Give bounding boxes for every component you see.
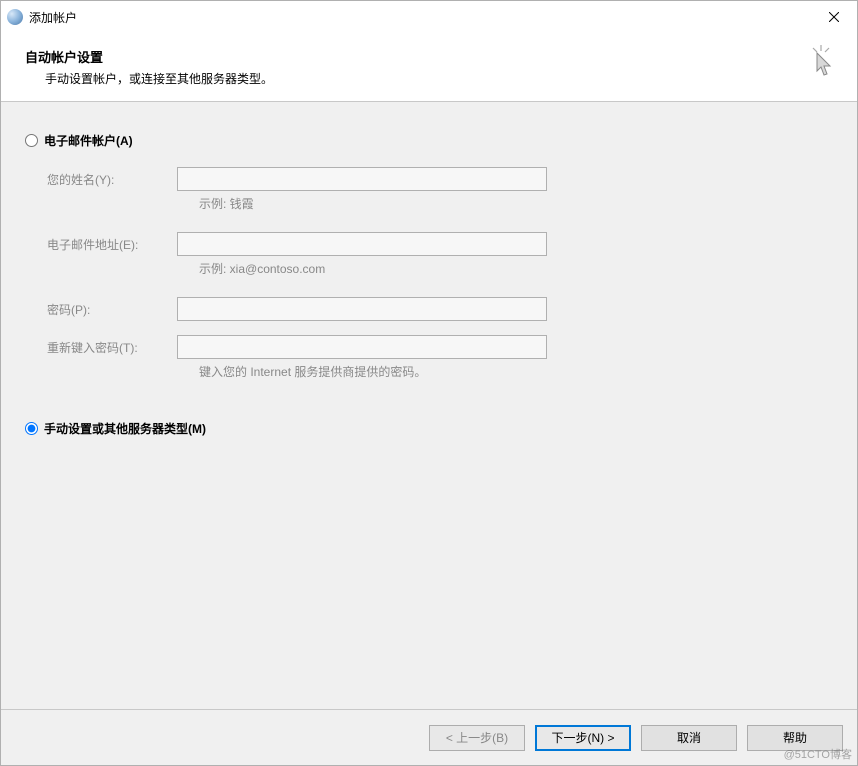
window-title: 添加帐户 (29, 9, 811, 26)
password-hint: 键入您的 Internet 服务提供商提供的密码。 (199, 363, 833, 380)
app-icon (7, 9, 23, 25)
name-input[interactable] (177, 167, 547, 191)
manual-option[interactable]: 手动设置或其他服务器类型(M) (25, 420, 833, 437)
manual-radio[interactable] (25, 422, 38, 435)
email-account-radio[interactable] (25, 134, 38, 147)
email-hint: 示例: xia@contoso.com (199, 260, 833, 277)
wizard-header: 自动帐户设置 手动设置帐户，或连接至其他服务器类型。 (1, 33, 857, 102)
close-button[interactable] (811, 2, 857, 32)
wizard-content: 电子邮件帐户(A) 您的姓名(Y): 示例: 钱霞 电子邮件地址(E): 示例:… (1, 102, 857, 709)
next-button[interactable]: 下一步(N) > (535, 725, 631, 751)
titlebar: 添加帐户 (1, 1, 857, 33)
name-hint: 示例: 钱霞 (199, 195, 833, 212)
email-input[interactable] (177, 232, 547, 256)
cursor-click-icon (807, 45, 835, 77)
help-button[interactable]: 帮助 (747, 725, 843, 751)
password-row: 密码(P): (47, 297, 833, 321)
email-label: 电子邮件地址(E): (47, 236, 177, 253)
cancel-button[interactable]: 取消 (641, 725, 737, 751)
header-subtitle: 手动设置帐户，或连接至其他服务器类型。 (25, 70, 833, 87)
retype-input[interactable] (177, 335, 547, 359)
password-label: 密码(P): (47, 301, 177, 318)
email-account-option[interactable]: 电子邮件帐户(A) (25, 132, 833, 149)
button-bar: < 上一步(B) 下一步(N) > 取消 帮助 (1, 709, 857, 765)
manual-label: 手动设置或其他服务器类型(M) (44, 420, 206, 437)
dialog-window: 添加帐户 自动帐户设置 手动设置帐户，或连接至其他服务器类型。 电 (0, 0, 858, 766)
retype-label: 重新键入密码(T): (47, 339, 177, 356)
email-row: 电子邮件地址(E): (47, 232, 833, 256)
email-form-group: 您的姓名(Y): 示例: 钱霞 电子邮件地址(E): 示例: xia@conto… (47, 167, 833, 380)
close-icon (829, 12, 839, 22)
name-label: 您的姓名(Y): (47, 171, 177, 188)
name-row: 您的姓名(Y): (47, 167, 833, 191)
retype-row: 重新键入密码(T): (47, 335, 833, 359)
back-button[interactable]: < 上一步(B) (429, 725, 525, 751)
password-input[interactable] (177, 297, 547, 321)
email-account-label: 电子邮件帐户(A) (44, 132, 133, 149)
header-title: 自动帐户设置 (25, 47, 833, 66)
